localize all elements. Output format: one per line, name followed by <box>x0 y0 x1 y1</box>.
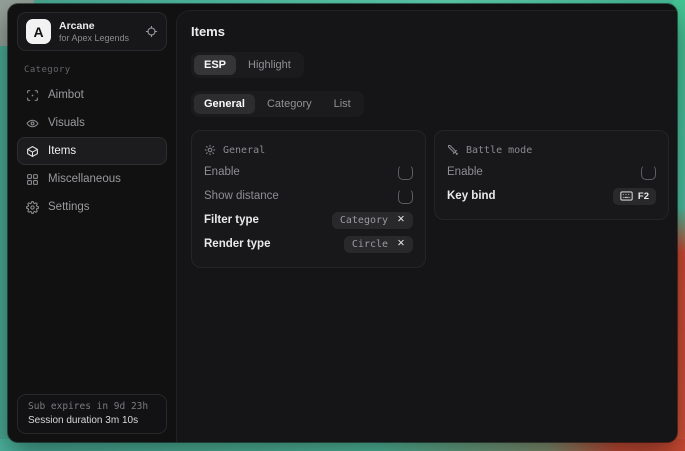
sub-expires-text: Sub expires in 9d 23h <box>28 400 156 414</box>
app-name: Arcane <box>59 20 137 32</box>
sidebar-item-label: Visuals <box>48 117 85 129</box>
package-icon <box>26 145 39 158</box>
panel-battle-mode-header: Battle mode <box>447 140 656 160</box>
sidebar-item-items[interactable]: Items <box>17 137 167 165</box>
row-render-type: Render type Circle ✕ <box>204 232 413 256</box>
gear-icon <box>26 201 39 214</box>
row-battle-enable: Enable <box>447 160 656 184</box>
sidebar-item-visuals[interactable]: Visuals <box>17 109 167 137</box>
app-subtitle: for Apex Legends <box>59 33 137 44</box>
tab-highlight[interactable]: Highlight <box>238 55 301 75</box>
panel-title: General <box>223 145 265 156</box>
row-label: Show distance <box>204 190 279 202</box>
sun-icon <box>204 144 216 156</box>
session-duration-text: Session duration 3m 10s <box>28 414 156 427</box>
panels-row: General Enable Show distance Filter type… <box>191 130 669 268</box>
sidebar-item-miscellaneous[interactable]: Miscellaneous <box>17 165 167 193</box>
row-show-distance: Show distance <box>204 184 413 208</box>
render-type-value: Circle <box>352 239 388 250</box>
tab-list[interactable]: List <box>324 94 361 114</box>
eye-icon <box>26 117 39 130</box>
sidebar-item-label: Aimbot <box>48 89 84 101</box>
sword-icon <box>447 144 459 156</box>
subscription-card: Sub expires in 9d 23h Session duration 3… <box>17 394 167 434</box>
panel-general-header: General <box>204 140 413 160</box>
sidebar-item-label: Miscellaneous <box>48 173 121 185</box>
tab-category[interactable]: Category <box>257 94 322 114</box>
panel-title: Battle mode <box>466 145 532 156</box>
crosshair-icon <box>26 89 39 102</box>
app-logo: A <box>26 19 51 44</box>
filter-type-clear-icon[interactable]: ✕ <box>397 215 405 225</box>
render-type-select[interactable]: Circle ✕ <box>344 236 413 253</box>
row-label: Filter type <box>204 214 259 226</box>
key-bind-badge[interactable]: F2 <box>613 188 656 205</box>
app-window: A Arcane for Apex Legends Category <box>8 4 677 442</box>
tab-esp[interactable]: ESP <box>194 55 236 75</box>
mode-tabbar: ESP Highlight <box>191 52 304 78</box>
show-distance-checkbox[interactable] <box>398 189 413 204</box>
row-label: Key bind <box>447 190 496 202</box>
brand-card: A Arcane for Apex Legends <box>17 12 167 51</box>
main-content: Items ESP Highlight General Category Lis… <box>176 10 677 442</box>
panel-general: General Enable Show distance Filter type… <box>191 130 426 268</box>
enable-checkbox[interactable] <box>398 165 413 180</box>
battle-enable-checkbox[interactable] <box>641 165 656 180</box>
row-key-bind: Key bind F2 <box>447 184 656 208</box>
row-label: Enable <box>204 166 240 178</box>
sidebar-item-label: Settings <box>48 201 90 213</box>
row-enable: Enable <box>204 160 413 184</box>
category-label: Category <box>24 65 167 75</box>
key-bind-value: F2 <box>638 191 649 202</box>
sidebar-item-label: Items <box>48 145 76 157</box>
sidebar: A Arcane for Apex Legends Category <box>8 4 176 442</box>
target-icon[interactable] <box>145 25 158 38</box>
row-filter-type: Filter type Category ✕ <box>204 208 413 232</box>
sidebar-item-settings[interactable]: Settings <box>17 193 167 221</box>
sidebar-item-aimbot[interactable]: Aimbot <box>17 81 167 109</box>
row-label: Render type <box>204 238 270 250</box>
row-label: Enable <box>447 166 483 178</box>
brand-text: Arcane for Apex Legends <box>59 20 137 44</box>
filter-type-value: Category <box>340 215 388 226</box>
grid-icon <box>26 173 39 186</box>
tab-general[interactable]: General <box>194 94 255 114</box>
page-title: Items <box>191 24 669 39</box>
sidebar-nav: Aimbot Visuals Items <box>17 81 167 221</box>
filter-type-select[interactable]: Category ✕ <box>332 212 413 229</box>
panel-battle-mode: Battle mode Enable Key bind <box>434 130 669 220</box>
view-tabbar: General Category List <box>191 91 364 117</box>
keyboard-icon <box>620 191 633 201</box>
render-type-clear-icon[interactable]: ✕ <box>397 239 405 249</box>
